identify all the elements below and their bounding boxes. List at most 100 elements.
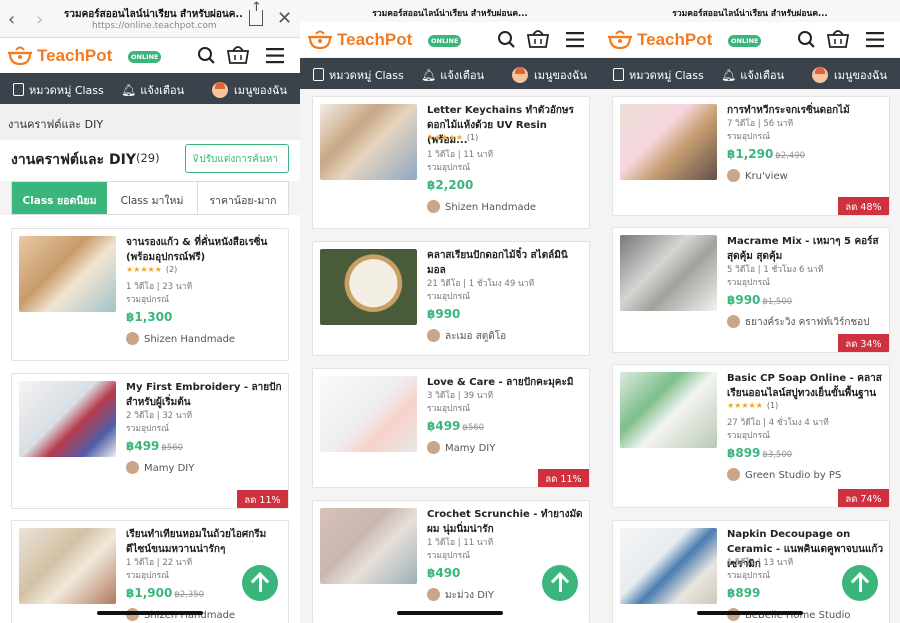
- course-thumbnail[interactable]: [19, 236, 116, 312]
- course-price: ฿1,300: [126, 310, 172, 324]
- online-badge: ONLINE: [728, 35, 762, 47]
- close-icon[interactable]: ✕: [277, 8, 292, 29]
- category-nav: หมวดหมู่ Class 🔔︎ แจ้งเตือน เมนูของฉัน: [600, 58, 900, 89]
- course-price: ฿2,200: [427, 178, 473, 192]
- course-card[interactable]: Basic CP Soap Online - คลาสเรียนออนไลน์ส…: [612, 364, 890, 508]
- nav-category[interactable]: หมวดหมู่ Class: [13, 81, 104, 99]
- author-name: Kru'view: [745, 171, 788, 182]
- author-avatar-icon: [727, 169, 740, 182]
- result-count: (29): [136, 151, 160, 165]
- nav-category[interactable]: หมวดหมู่ Class: [313, 66, 404, 84]
- nav-my-menu[interactable]: เมนูของฉัน: [212, 81, 287, 99]
- course-card[interactable]: การทำหวีกระจกเรซิ่นดอกไม้ 7 วิดีโอ | 56 น…: [612, 96, 890, 216]
- back-arrow-icon[interactable]: ‹: [8, 9, 15, 30]
- pot-logo-icon: [8, 46, 32, 66]
- discount-badge: ลด 48%: [838, 197, 889, 215]
- course-author[interactable]: Mamy DIY: [126, 461, 194, 474]
- breadcrumb[interactable]: งานคราฟต์และ DIY: [0, 104, 300, 140]
- course-title[interactable]: Macrame Mix - เหมาๆ 5 คอร์สสุดคุ้ม สุดคุ…: [727, 234, 885, 264]
- course-card[interactable]: Macrame Mix - เหมาๆ 5 คอร์สสุดคุ้ม สุดคุ…: [612, 227, 890, 353]
- nav-my-menu[interactable]: เมนูของฉัน: [512, 66, 587, 84]
- course-title[interactable]: เรียนทำเทียนหอมในถ้วยไอศกรีม ดีไซน์ขนมหว…: [126, 527, 284, 557]
- course-title[interactable]: Crochet Scrunchie - ทำยางมัดผม นุ่มนิ่มน…: [427, 507, 585, 537]
- course-thumbnail[interactable]: [620, 235, 717, 311]
- course-author[interactable]: ธยางค์ระวิง คราฟท์เวิร์กชอป: [727, 315, 870, 330]
- course-author[interactable]: Shizen Handmade: [427, 200, 536, 213]
- course-duration: 21 วิดีโอ | 1 ชั่วโมง 49 นาที: [427, 279, 535, 289]
- course-title[interactable]: จานรองแก้ว & ที่คั่นหนังสือเรซิ่น (พร้อม…: [126, 235, 284, 265]
- course-thumbnail[interactable]: [19, 381, 116, 457]
- scroll-top-button[interactable]: [542, 565, 578, 601]
- course-duration: 1 วิดีโอ | 11 นาที: [427, 150, 494, 160]
- course-materials: รวมอุปกรณ์: [427, 551, 471, 561]
- search-icon[interactable]: [195, 38, 217, 73]
- course-title[interactable]: Love & Care - ลายปักคะมุคะมิ: [427, 375, 585, 390]
- nav-my-menu[interactable]: เมนูของฉัน: [812, 66, 887, 84]
- teachpot-logo[interactable]: TeachPot ONLINE: [7, 44, 162, 68]
- course-card[interactable]: จานรองแก้ว & ที่คั่นหนังสือเรซิ่น (พร้อม…: [11, 228, 289, 361]
- cart-icon[interactable]: [527, 22, 549, 57]
- course-card[interactable]: Love & Care - ลายปักคะมุคะมิ 3 วิดีโอ | 3…: [312, 368, 590, 488]
- browser-url[interactable]: https://online.teachpot.com: [92, 21, 217, 31]
- course-author[interactable]: Kru'view: [727, 169, 788, 182]
- course-thumbnail[interactable]: [320, 249, 417, 325]
- author-avatar-icon: [727, 468, 740, 481]
- course-thumbnail[interactable]: [620, 528, 717, 604]
- course-materials: รวมอุปกรณ์: [427, 404, 471, 414]
- course-meta: 1 วิดีโอ | 23 นาที รวมอุปกรณ์: [126, 281, 192, 307]
- cart-icon[interactable]: [827, 22, 849, 57]
- course-title[interactable]: การทำหวีกระจกเรซิ่นดอกไม้: [727, 103, 885, 118]
- nav-notify[interactable]: 🔔︎ แจ้งเตือน: [421, 66, 484, 84]
- course-author[interactable]: มะม่วง DIY: [427, 588, 494, 603]
- hamburger-menu-icon[interactable]: [564, 22, 586, 57]
- logo-wordmark: TeachPot: [37, 46, 113, 65]
- site-header: TeachPot ONLINE: [600, 22, 900, 57]
- course-title[interactable]: คลาสเรียนปักดอกไม้จิ๋ว สไตล์มินิมอล: [427, 248, 585, 278]
- nav-notify[interactable]: 🔔︎ แจ้งเตือน: [721, 66, 784, 84]
- course-author[interactable]: Shizen Handmade: [126, 332, 235, 345]
- course-price: ฿899 ฿3,500: [727, 446, 792, 460]
- original-price: ฿1,500: [762, 297, 793, 307]
- share-icon[interactable]: [249, 0, 263, 26]
- course-title[interactable]: Basic CP Soap Online - คลาสเรียนออนไลน์ส…: [727, 371, 885, 401]
- user-avatar-icon: [812, 67, 828, 83]
- course-title[interactable]: My First Embroidery - ลายปักสำหรับผู้เริ…: [126, 380, 284, 410]
- course-meta: 27 วิดีโอ | 4 ชั่วโมง 4 นาที รวมอุปกรณ์: [727, 417, 829, 443]
- course-card[interactable]: Letter Keychains ทำตัวอักษรดอกไม้แห้งด้ว…: [312, 96, 590, 229]
- teachpot-logo[interactable]: TeachPot ONLINE: [607, 28, 762, 52]
- course-card[interactable]: คลาสเรียนปักดอกไม้จิ๋ว สไตล์มินิมอล 21 วิ…: [312, 241, 590, 356]
- sort-tab-new[interactable]: Class มาใหม่: [107, 182, 198, 214]
- sort-tab-price[interactable]: ราคาน้อย-มาก: [198, 182, 288, 214]
- course-author[interactable]: Green Studio by PS: [727, 468, 841, 481]
- hamburger-menu-icon[interactable]: [264, 38, 286, 73]
- course-author[interactable]: Mamy DIY: [427, 441, 495, 454]
- price-value: ฿990: [727, 293, 761, 307]
- course-thumbnail[interactable]: [320, 104, 417, 180]
- course-meta: 1 วิดีโอ | 13 นาที รวมอุปกรณ์: [727, 557, 793, 583]
- search-icon[interactable]: [795, 22, 817, 57]
- home-indicator: [97, 611, 203, 615]
- search-icon[interactable]: [495, 22, 517, 57]
- screen-panel-3: รวมคอร์สออนไลน์น่าเรียน สำหรับผ่อนค... T…: [600, 0, 900, 623]
- course-thumbnail[interactable]: [19, 528, 116, 604]
- course-thumbnail[interactable]: [620, 104, 717, 180]
- course-duration: 2 วิดีโอ | 32 นาที: [126, 411, 193, 421]
- nav-notify[interactable]: 🔔︎ แจ้งเตือน: [121, 81, 184, 99]
- browser-title: รวมคอร์สออนไลน์น่าเรียน สำหรับผ่อนค...: [64, 9, 242, 20]
- cart-icon[interactable]: [227, 38, 249, 73]
- forward-arrow-icon[interactable]: ›: [36, 9, 43, 30]
- sort-tab-popular[interactable]: Class ยอดนิยม: [12, 182, 107, 214]
- course-thumbnail[interactable]: [320, 376, 417, 452]
- nav-category[interactable]: หมวดหมู่ Class: [613, 66, 704, 84]
- course-card[interactable]: My First Embroidery - ลายปักสำหรับผู้เริ…: [11, 373, 289, 509]
- course-thumbnail[interactable]: [620, 372, 717, 448]
- course-author[interactable]: ละเมอ สตูดิโอ: [427, 329, 506, 344]
- course-price: ฿499 ฿560: [126, 439, 183, 453]
- filter-button[interactable]: ⊽ปรับแต่งการค้นหา: [185, 144, 289, 173]
- hamburger-menu-icon[interactable]: [864, 22, 886, 57]
- scroll-top-button[interactable]: [242, 565, 278, 601]
- course-thumbnail[interactable]: [320, 508, 417, 584]
- teachpot-logo[interactable]: TeachPot ONLINE: [307, 28, 462, 52]
- scroll-top-button[interactable]: [842, 565, 878, 601]
- course-card[interactable]: Crochet Scrunchie - ทำยางมัดผม นุ่มนิ่มน…: [312, 500, 590, 623]
